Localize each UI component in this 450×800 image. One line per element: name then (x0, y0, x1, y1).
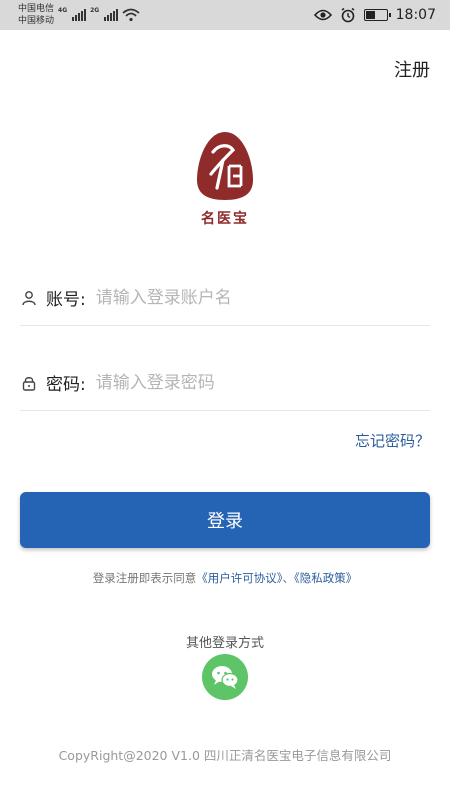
agreement-separator: 、 (282, 571, 295, 585)
battery-icon (363, 9, 391, 21)
privacy-policy-link[interactable]: 《隐私政策》 (294, 571, 357, 585)
login-button[interactable]: 登录 (20, 492, 430, 548)
account-input[interactable] (95, 287, 430, 308)
wifi-icon (122, 8, 140, 22)
status-left: 中国电信 中国移动 4G 2G (18, 3, 140, 27)
status-right: 18:07 (313, 7, 436, 23)
status-bar: 中国电信 中国移动 4G 2G 18:07 (0, 0, 450, 30)
wechat-icon (212, 666, 239, 689)
carrier-2: 中国移动 (18, 16, 55, 26)
logo-text: 名医宝 (201, 211, 249, 227)
other-login-title: 其他登录方式 (185, 636, 264, 651)
user-agreement-link[interactable]: 《用户许可协议》 (196, 571, 282, 585)
password-input[interactable] (95, 372, 430, 393)
lock-icon (20, 374, 38, 392)
agreement-prefix: 登录注册即表示同意 (92, 571, 197, 585)
carrier-names: 中国电信 中国移动 (18, 3, 54, 27)
logo-icon (197, 132, 253, 200)
user-icon (20, 289, 38, 307)
account-field: 账号: (20, 270, 430, 326)
password-label: 密码: (46, 375, 86, 395)
copyright-text: CopyRight@2020 V1.0 四川正清名医宝电子信息有限公司 (58, 748, 392, 763)
register-link[interactable]: 注册 (394, 56, 430, 82)
app-logo: 名医宝 (187, 130, 263, 228)
password-field: 密码: (20, 355, 430, 411)
signal-icon-1 (72, 9, 87, 21)
network-type-1: 4G (58, 7, 68, 14)
eye-icon (313, 9, 332, 21)
network-type-2: 2G (90, 7, 100, 14)
agreement-text: 登录注册即表示同意《用户许可协议》、《隐私政策》 (0, 570, 450, 586)
account-label: 账号: (46, 290, 86, 310)
forgot-password-link[interactable]: 忘记密码？ (355, 430, 430, 451)
alarm-icon (341, 7, 355, 23)
carrier-1: 中国电信 (18, 4, 55, 14)
signal-icon-2 (104, 9, 119, 21)
clock: 18:07 (395, 7, 436, 23)
wechat-login-button[interactable] (202, 654, 248, 700)
